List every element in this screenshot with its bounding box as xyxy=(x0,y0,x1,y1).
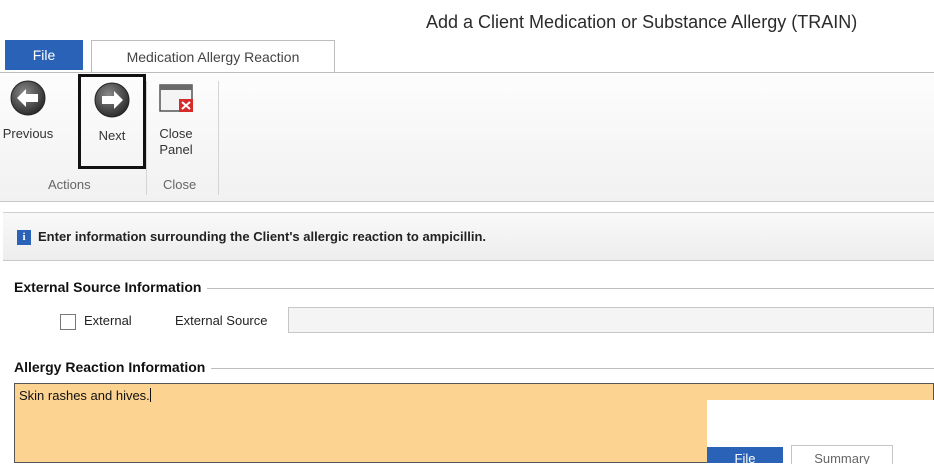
group-separator xyxy=(146,81,147,195)
window-title: Add a Client Medication or Substance All… xyxy=(426,12,858,32)
previous-label: Previous xyxy=(2,126,54,141)
overlay-window: File Summary xyxy=(707,400,934,464)
next-button[interactable]: Next xyxy=(78,74,146,169)
overlay-tab-file[interactable]: File xyxy=(707,447,783,463)
title-bar: Add a Client Medication or Substance All… xyxy=(0,0,934,40)
arrow-right-circle-icon xyxy=(94,82,130,118)
tab-file[interactable]: File xyxy=(5,40,83,70)
text-cursor xyxy=(149,388,151,402)
external-label: External xyxy=(84,313,132,328)
ribbon: Previous Next Close Panel Actions Close xyxy=(0,72,934,202)
ribbon-tabs: File Medication Allergy Reaction xyxy=(0,38,934,72)
previous-button[interactable]: Previous xyxy=(0,79,56,142)
next-label: Next xyxy=(98,128,126,143)
close-panel-button[interactable]: Close Panel xyxy=(150,79,202,158)
tab-medication-allergy-reaction[interactable]: Medication Allergy Reaction xyxy=(91,40,335,72)
group-separator xyxy=(218,81,219,195)
close-window-icon xyxy=(159,84,193,112)
external-checkbox[interactable] xyxy=(60,314,76,330)
group-label-actions: Actions xyxy=(48,177,91,192)
group-label-close: Close xyxy=(163,177,197,192)
external-source-field[interactable] xyxy=(288,307,934,333)
info-banner: i Enter information surrounding the Clie… xyxy=(3,212,934,261)
allergy-reaction-heading: Allergy Reaction Information xyxy=(14,359,212,375)
arrow-left-circle-icon xyxy=(10,80,46,116)
close-panel-label: Close Panel xyxy=(159,126,193,157)
external-source-label: External Source xyxy=(175,313,268,328)
overlay-tab-summary[interactable]: Summary xyxy=(791,445,893,464)
info-text: Enter information surrounding the Client… xyxy=(38,229,487,244)
info-icon: i xyxy=(17,230,31,245)
external-source-heading: External Source Information xyxy=(14,279,208,295)
allergy-reaction-text: Skin rashes and hives. xyxy=(19,388,150,403)
